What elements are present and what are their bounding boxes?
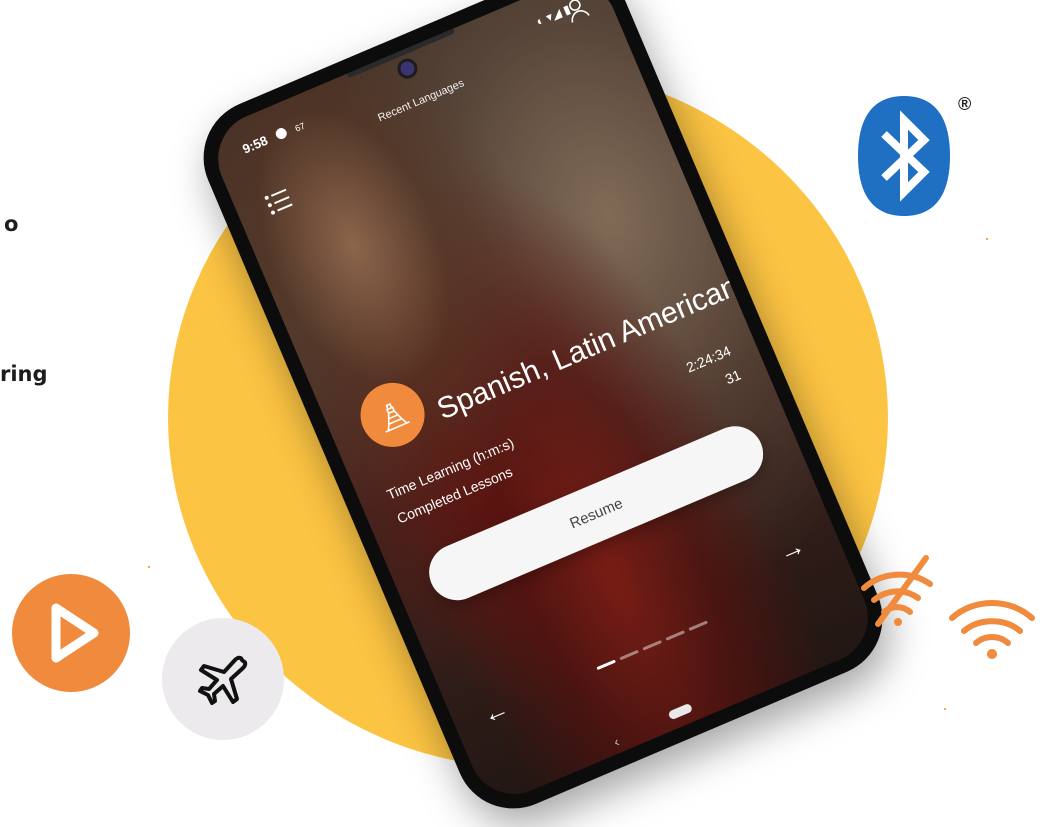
decor-dot (148, 566, 150, 568)
registered-mark: ® (958, 94, 972, 114)
page-dot (642, 639, 663, 651)
side-text-1: o (4, 212, 19, 236)
menu-icon[interactable] (263, 186, 296, 216)
page-dot (619, 649, 639, 661)
back-nav-icon[interactable]: ‹ (611, 733, 622, 750)
stat-value: 31 (722, 366, 744, 388)
page-dot (688, 620, 709, 632)
pyramid-icon (385, 402, 410, 433)
page-dot (596, 659, 616, 671)
camera-icon (398, 59, 417, 78)
profile-icon[interactable] (561, 0, 592, 25)
home-bar[interactable] (667, 702, 694, 721)
airplane-icon (198, 655, 248, 705)
status-extra: 67 (293, 120, 307, 134)
airplane-mode-button (162, 618, 284, 740)
status-time: 9:58 (240, 132, 270, 157)
decor-dot (944, 708, 946, 710)
language-badge (350, 372, 435, 457)
spotify-icon (273, 126, 289, 141)
side-text-2: ring (0, 362, 48, 386)
page-indicator (456, 561, 849, 730)
play-icon (12, 574, 130, 692)
wifi-icon (949, 600, 1035, 659)
page-dot (665, 630, 686, 641)
wifi-off-icon (861, 555, 933, 627)
decor-dot (986, 238, 988, 240)
bluetooth-icon (858, 96, 950, 216)
next-arrow-icon[interactable]: → (774, 530, 810, 569)
